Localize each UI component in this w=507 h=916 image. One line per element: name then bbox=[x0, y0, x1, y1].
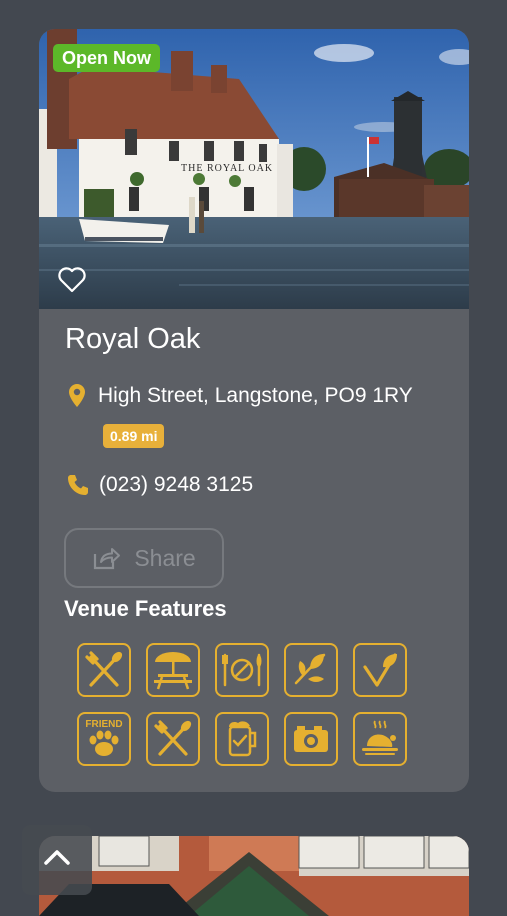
share-icon bbox=[94, 548, 121, 570]
feature-beer-menu[interactable] bbox=[215, 712, 269, 766]
feature-vegan[interactable] bbox=[353, 643, 407, 697]
dog-friendly-icon: FRIEND bbox=[85, 719, 123, 756]
feature-vegetarian[interactable] bbox=[284, 643, 338, 697]
dog-friendly-label: FRIEND bbox=[85, 719, 122, 730]
feature-cutlery-2[interactable] bbox=[146, 712, 200, 766]
venue-card[interactable]: THE ROYAL OAK Open Now Royal Oak High St… bbox=[39, 29, 469, 792]
venue-phone: (023) 9248 3125 bbox=[99, 473, 254, 496]
map-pin-icon bbox=[69, 384, 85, 407]
vegetarian-icon bbox=[294, 653, 326, 685]
venue-phone-row[interactable]: (023) 9248 3125 bbox=[66, 470, 253, 500]
cutlery-icon bbox=[154, 720, 192, 756]
feature-cutlery[interactable] bbox=[77, 643, 131, 697]
feature-no-food[interactable] bbox=[215, 643, 269, 697]
no-food-icon bbox=[222, 653, 262, 687]
chevron-up-icon bbox=[44, 850, 70, 865]
favourite-heart-icon[interactable] bbox=[58, 267, 86, 293]
feature-camera[interactable] bbox=[284, 712, 338, 766]
share-label: Share bbox=[134, 544, 196, 571]
vegan-icon bbox=[363, 653, 397, 687]
cutlery-icon bbox=[85, 651, 123, 687]
share-button[interactable]: Share bbox=[64, 528, 224, 588]
beer-menu-icon bbox=[228, 721, 257, 757]
venue-features-title: Venue Features bbox=[64, 596, 227, 621]
distance-badge: 0.89 mi bbox=[103, 424, 165, 448]
camera-icon bbox=[294, 726, 328, 752]
venue-address-row[interactable]: High Street, Langstone, PO9 1RY bbox=[67, 381, 413, 411]
beer-garden-icon bbox=[154, 652, 192, 690]
next-venue-photo bbox=[39, 836, 469, 916]
next-venue-card[interactable] bbox=[39, 836, 469, 916]
scroll-to-top-button[interactable] bbox=[22, 825, 92, 895]
roast-dinner-icon bbox=[362, 720, 398, 755]
venue-name: Royal Oak bbox=[65, 323, 201, 355]
venue-address: High Street, Langstone, PO9 1RY bbox=[98, 384, 413, 407]
phone-icon bbox=[68, 475, 88, 495]
pub-sign-text: THE ROYAL OAK bbox=[181, 163, 273, 174]
feature-roast-dinner[interactable] bbox=[353, 712, 407, 766]
feature-dog-friendly[interactable]: FRIEND bbox=[77, 712, 131, 766]
open-status-badge: Open Now bbox=[53, 44, 160, 72]
feature-beer-garden[interactable] bbox=[146, 643, 200, 697]
